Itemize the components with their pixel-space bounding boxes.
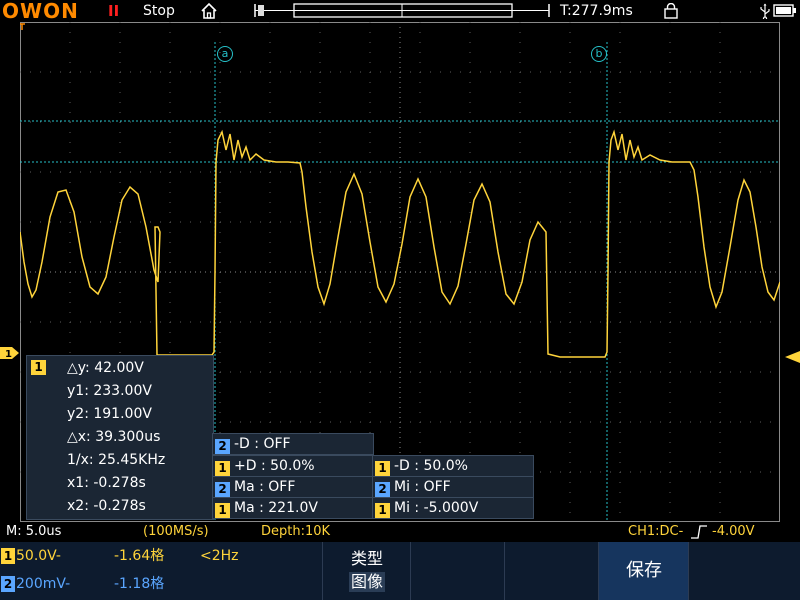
trigger-level-label: -4.00V	[712, 524, 755, 539]
channel-badge: 2	[215, 439, 230, 454]
ch2-badge: 2	[1, 576, 15, 592]
channel-badge: 1	[375, 461, 390, 476]
softkey-empty-1[interactable]	[410, 542, 505, 600]
measure-item-text: Mi : -5.000V	[394, 500, 479, 516]
trigger-edge-icon	[691, 525, 707, 539]
y2-value: y2: 191.00V	[67, 406, 152, 422]
usb-icon	[760, 3, 770, 19]
softkey-empty-3[interactable]	[688, 542, 800, 600]
measure-item[interactable]: 2 Mi : OFF	[372, 476, 534, 498]
cursor-b-label[interactable]: b	[591, 46, 607, 62]
ch1-scale: 50.0V-	[16, 548, 61, 564]
measure-item[interactable]: 1 +D : 50.0%	[212, 455, 374, 477]
ch2-offset: -1.18格	[114, 576, 165, 592]
ch1-frequency: <2Hz	[200, 548, 239, 564]
channel-badge: 2	[375, 482, 390, 497]
measure-item[interactable]: 2 Ma : OFF	[212, 476, 374, 498]
softkey-empty-2[interactable]	[504, 542, 599, 600]
sample-rate-label: (100MS/s)	[143, 524, 209, 539]
ch2-scale: 200mV-	[16, 576, 71, 592]
run-state-label: Stop	[143, 3, 175, 19]
channel-badge: 2	[215, 482, 230, 497]
measure-item[interactable]: 1 -D : 50.0%	[372, 455, 534, 477]
softkey-type[interactable]: 类型 图像	[322, 542, 411, 600]
ch1-waveform	[20, 129, 780, 358]
trigger-source-label: CH1:DC-	[628, 524, 684, 539]
inverse-delta-x-value: 1/x: 25.45KHz	[67, 452, 166, 468]
channel-badge: 1	[375, 503, 390, 518]
delta-x-value: △x: 39.300us	[67, 429, 161, 445]
brand-logo: OWON	[2, 0, 79, 23]
measure-item-text: -D : 50.0%	[394, 458, 468, 474]
measure-item-text: Mi : OFF	[394, 479, 451, 495]
timebase-label[interactable]: M: 5.0us	[6, 522, 61, 542]
ch1-info[interactable]: 1 50.0V- -1.64格 <2Hz	[0, 544, 320, 568]
memory-position-bar[interactable]	[254, 3, 550, 18]
status-bar: M: 5.0us (100MS/s) Depth:10K CH1:DC- -4.…	[0, 522, 800, 542]
cursor-measurement-panel: 1 △y: 42.00V y1: 233.00V y2: 191.00V △x:…	[26, 355, 214, 520]
x1-value: x1: -0.278s	[67, 475, 146, 491]
ch2-info[interactable]: 2 200mV- -1.18格	[0, 572, 320, 596]
channel-badge: 1	[215, 503, 230, 518]
home-icon[interactable]	[200, 2, 218, 20]
ch1-offset-marker[interactable]: 1	[0, 346, 20, 360]
trigger-level-marker[interactable]	[784, 350, 800, 364]
x2-value: x2: -0.278s	[67, 498, 146, 514]
measure-item[interactable]: 1 Mi : -5.000V	[372, 497, 534, 519]
measure-item[interactable]: 1 Ma : 221.0V	[212, 497, 374, 519]
run-stop-indicator[interactable]: II	[108, 0, 119, 22]
ch1-badge: 1	[1, 548, 15, 564]
softkey-type-label: 类型	[350, 549, 383, 568]
measurement-channel-badge: 1	[31, 360, 46, 375]
measure-item-text: +D : 50.0%	[234, 458, 315, 474]
bottom-menu-bar: 1 50.0V- -1.64格 <2Hz 2 200mV- -1.18格 类型 …	[0, 542, 800, 600]
ch1-offset: -1.64格	[114, 548, 165, 564]
trigger-time: T:277.9ms	[560, 3, 633, 19]
memory-depth-label: Depth:10K	[261, 524, 331, 539]
delta-y-value: △y: 42.00V	[67, 360, 144, 376]
save-button[interactable]: 保存	[598, 542, 689, 600]
measure-item-text: Ma : 221.0V	[234, 500, 318, 516]
measure-item[interactable]: 2 -D : OFF	[212, 433, 374, 455]
measure-item-text: -D : OFF	[234, 436, 291, 452]
top-bar: OWON II Stop T:277.9ms	[0, 0, 800, 22]
svg-text:1: 1	[5, 349, 12, 360]
softkey-type-value: 图像	[348, 572, 385, 592]
cursor-a-label[interactable]: a	[217, 46, 233, 62]
measure-item-text: Ma : OFF	[234, 479, 296, 495]
lock-icon	[664, 3, 678, 19]
y1-value: y1: 233.00V	[67, 383, 152, 399]
channel-badge: 1	[215, 461, 230, 476]
battery-icon	[773, 4, 796, 17]
